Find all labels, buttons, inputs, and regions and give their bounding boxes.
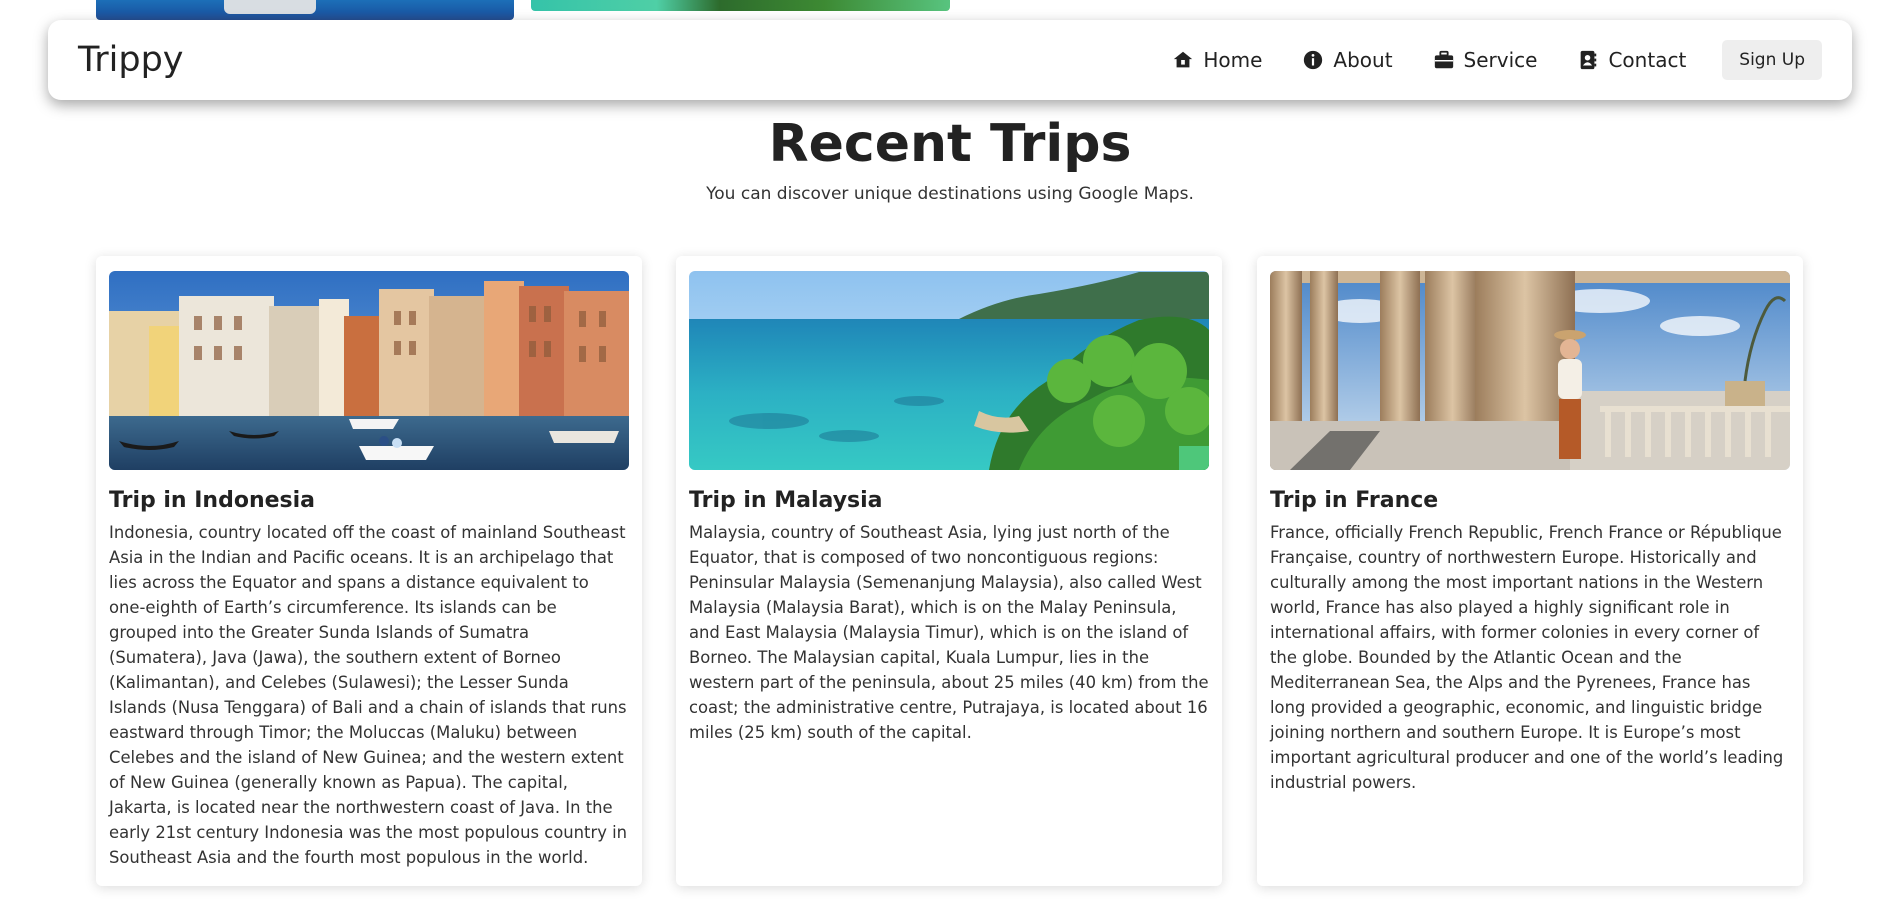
trip-card-france[interactable]: Trip in France France, officially French…	[1257, 256, 1803, 886]
address-book-icon	[1577, 49, 1599, 71]
logo[interactable]: Trippy	[78, 40, 184, 80]
nav-item-home[interactable]: Home	[1172, 48, 1262, 72]
trip-card-malaysia[interactable]: Trip in Malaysia Malaysia, country of So…	[676, 256, 1222, 886]
briefcase-icon	[1433, 49, 1455, 71]
house-icon	[1172, 49, 1194, 71]
previous-section-image-2	[531, 0, 950, 11]
trip-card-title: Trip in Malaysia	[689, 488, 883, 513]
nav-item-label: Service	[1463, 48, 1538, 72]
nav-item-label: Contact	[1608, 48, 1687, 72]
trip-card-indonesia[interactable]: Trip in Indonesia Indonesia, country loc…	[96, 256, 642, 886]
page: Trippy Home About Service Contact Sign U…	[0, 0, 1900, 920]
trip-card-title: Trip in Indonesia	[109, 488, 316, 513]
trip-card-title: Trip in France	[1270, 488, 1439, 513]
previous-section-image-1	[96, 0, 514, 20]
trip-card-text: Malaysia, country of Southeast Asia, lyi…	[689, 523, 1209, 742]
nav-item-about[interactable]: About	[1302, 48, 1393, 72]
sign-up-button[interactable]: Sign Up	[1722, 40, 1822, 80]
tropical-coast-photo	[689, 271, 1209, 470]
trip-card-text: France, officially French Republic, Fren…	[1270, 523, 1784, 792]
nav-item-service[interactable]: Service	[1433, 48, 1538, 72]
info-circle-icon	[1302, 49, 1324, 71]
nav-item-label: Home	[1203, 48, 1263, 72]
nav-item-label: About	[1333, 48, 1393, 72]
section-subtitle: You can discover unique destinations usi…	[706, 184, 1194, 204]
colonnade-terrace-photo	[1270, 271, 1790, 470]
navbar: Trippy Home About Service Contact Sign U…	[48, 20, 1852, 100]
venice-canal-photo	[109, 271, 629, 470]
trip-card-text: Indonesia, country located off the coast…	[109, 523, 628, 867]
section-title: Recent Trips	[768, 114, 1132, 174]
nav-item-contact[interactable]: Contact	[1577, 48, 1686, 72]
nav-menu: Home About Service Contact Sign Up	[1132, 40, 1822, 80]
